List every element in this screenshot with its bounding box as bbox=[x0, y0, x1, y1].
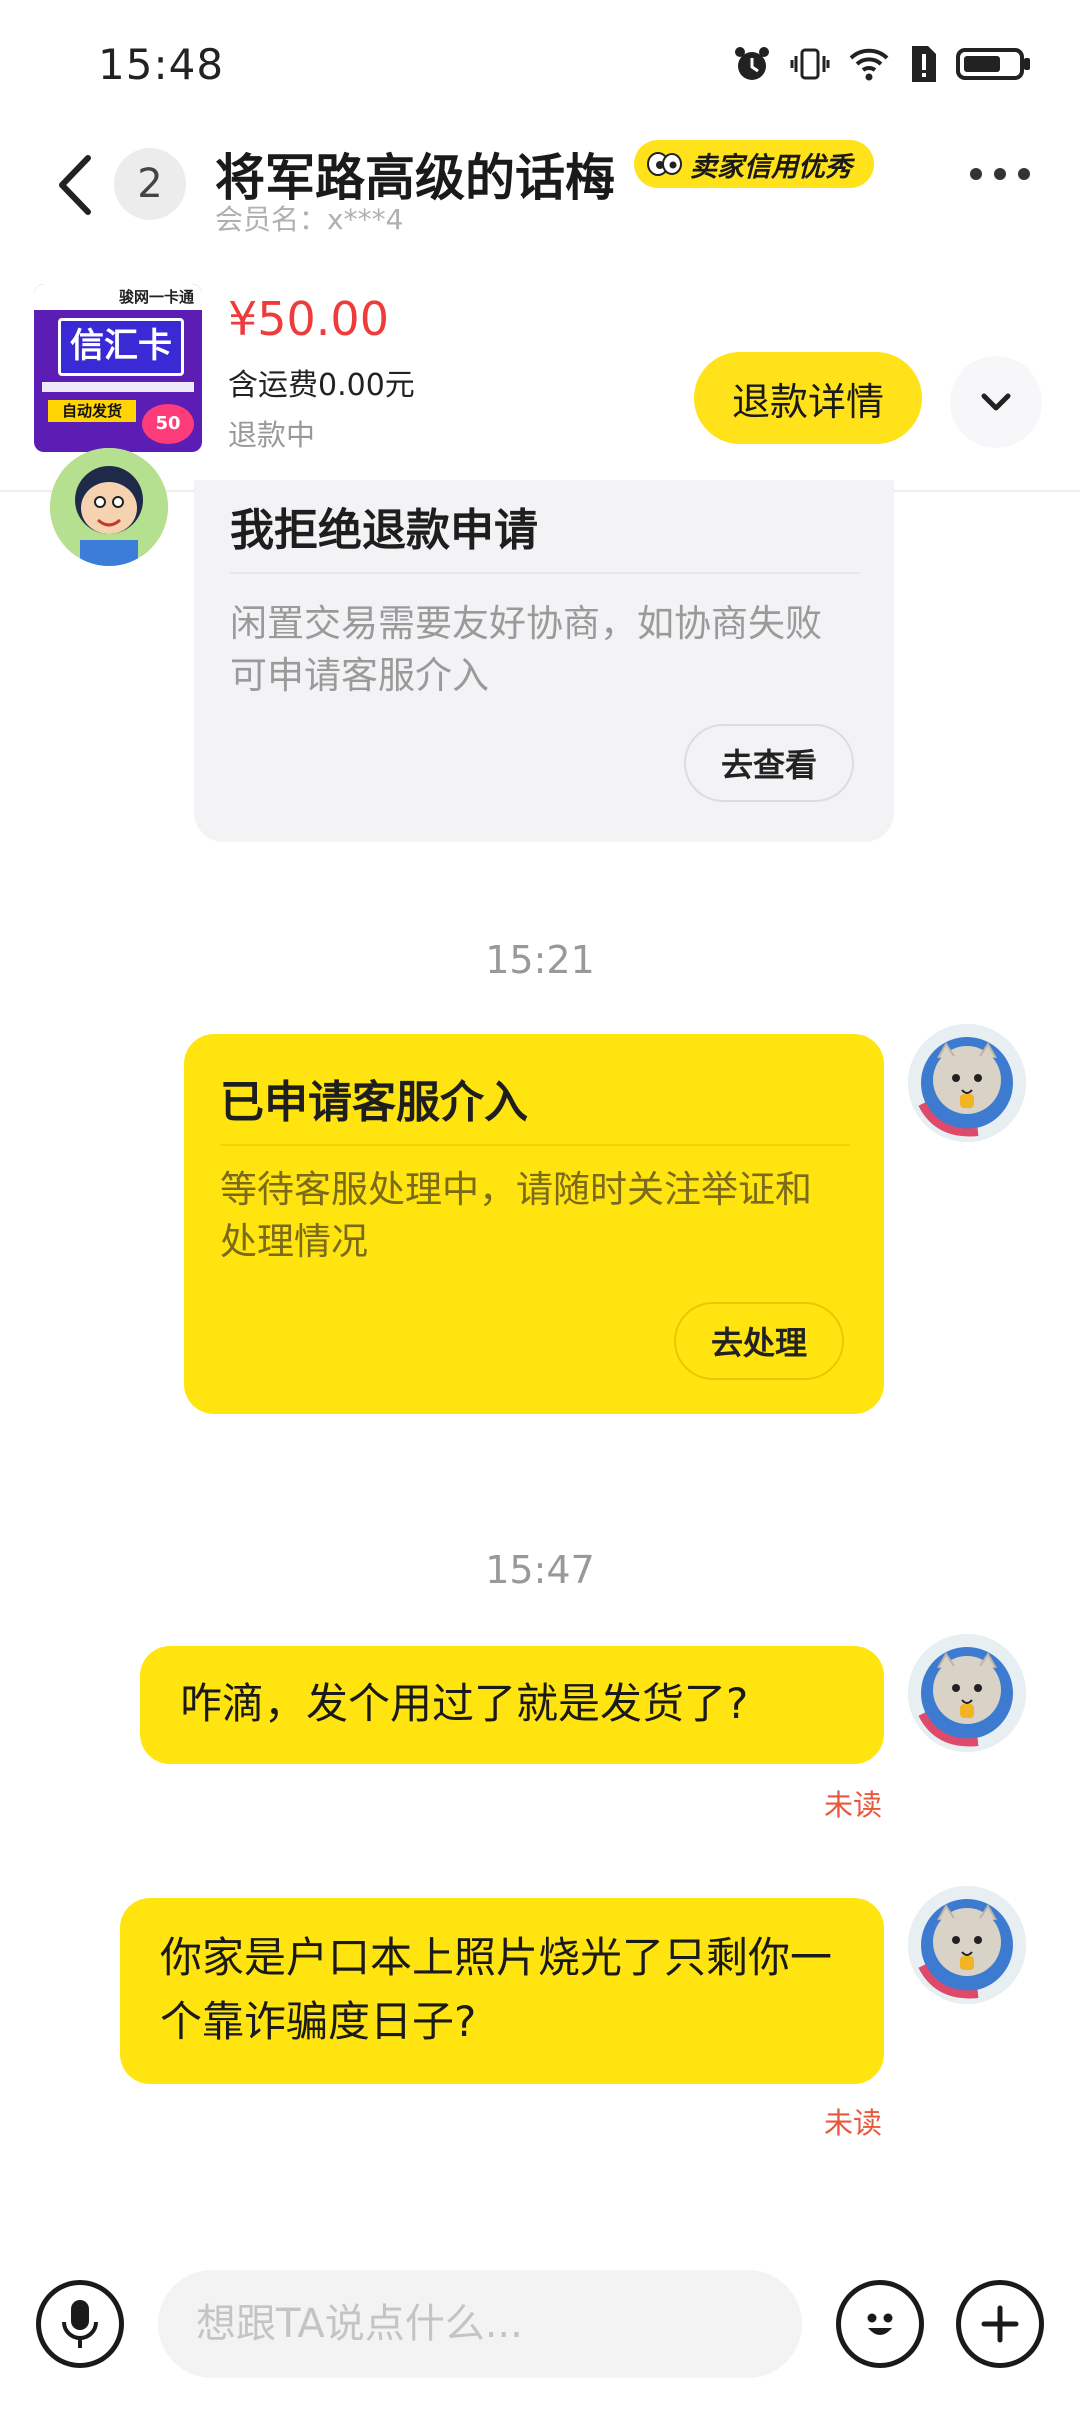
more-actions-button[interactable] bbox=[956, 2280, 1044, 2368]
unread-count-badge[interactable]: 2 bbox=[114, 148, 186, 220]
my-avatar[interactable] bbox=[908, 1886, 1026, 2004]
card-body: 闲置交易需要友好协商，如协商失败可申请客服介入 bbox=[230, 602, 822, 697]
dot-icon bbox=[1018, 168, 1030, 180]
chevron-left-icon bbox=[59, 155, 91, 215]
customer-service-card: 已申请客服介入 等待客服处理中，请随时关注举证和处理情况 去处理 bbox=[184, 1034, 884, 1414]
cartoon-boy-avatar-icon bbox=[50, 448, 168, 566]
thumb-brand: 骏网一卡通 bbox=[34, 284, 202, 310]
message-bubble[interactable]: 咋滴，发个用过了就是发货了? bbox=[140, 1646, 884, 1764]
view-button[interactable]: 去查看 bbox=[684, 724, 854, 802]
refund-details-button[interactable]: 退款详情 bbox=[694, 352, 922, 444]
card-divider bbox=[230, 572, 860, 574]
dot-icon bbox=[994, 168, 1006, 180]
alarm-icon bbox=[735, 47, 769, 80]
voice-button[interactable] bbox=[36, 2280, 124, 2368]
dot-icon bbox=[970, 168, 982, 180]
fish-mascot-icon bbox=[647, 152, 682, 176]
credit-badge-label: 卖家信用优秀 bbox=[690, 151, 852, 183]
product-thumbnail[interactable]: 骏网一卡通 信汇卡 自动发货 50 bbox=[34, 284, 202, 452]
back-button[interactable] bbox=[48, 150, 108, 220]
thumb-value: 50 bbox=[142, 404, 194, 444]
message-bubble[interactable]: 你家是户口本上照片烧光了只剩你一个靠诈骗度日子? bbox=[120, 1898, 884, 2084]
my-avatar[interactable] bbox=[908, 1634, 1026, 1752]
card-title: 已申请客服介入 bbox=[220, 1077, 528, 1128]
thumb-card-name: 信汇卡 bbox=[58, 318, 184, 376]
chevron-down-icon bbox=[981, 393, 1011, 411]
emoji-button[interactable] bbox=[836, 2280, 924, 2368]
refund-rejected-card: 我拒绝退款申请 闲置交易需要友好协商，如协商失败可申请客服介入 去查看 bbox=[194, 480, 894, 842]
timestamp: 15:47 bbox=[485, 1548, 595, 1592]
product-price: ¥50.00 bbox=[228, 292, 389, 346]
cat-astronaut-avatar-icon bbox=[908, 1634, 1026, 1752]
read-status: 未读 bbox=[824, 2106, 883, 2140]
status-bar: 15:48 bbox=[0, 0, 1080, 130]
status-time: 15:48 bbox=[98, 40, 225, 89]
message-input[interactable] bbox=[158, 2270, 802, 2378]
product-bar: 骏网一卡通 信汇卡 自动发货 50 ¥50.00 含运费0.00元 退款中 退款… bbox=[0, 260, 1080, 492]
wifi-icon bbox=[849, 48, 889, 81]
more-options-button[interactable] bbox=[970, 168, 1030, 180]
vibrate-icon bbox=[790, 48, 830, 80]
thumb-stripe bbox=[42, 382, 194, 392]
card-divider bbox=[220, 1144, 850, 1146]
product-shipping: 含运费0.00元 bbox=[228, 368, 415, 403]
thumb-auto-ship: 自动发货 bbox=[48, 400, 136, 422]
status-icons bbox=[732, 44, 1032, 84]
my-avatar[interactable] bbox=[908, 1024, 1026, 1142]
cat-astronaut-avatar-icon bbox=[908, 1024, 1026, 1142]
process-button[interactable]: 去处理 bbox=[674, 1302, 844, 1380]
expand-button[interactable] bbox=[950, 356, 1042, 448]
sim-alert-icon bbox=[912, 46, 936, 82]
timestamp: 15:21 bbox=[485, 938, 595, 982]
input-bar bbox=[0, 2240, 1080, 2412]
plus-icon bbox=[981, 2305, 1019, 2343]
seller-avatar[interactable] bbox=[50, 448, 168, 566]
battery-icon bbox=[956, 48, 1030, 80]
seller-credit-badge[interactable]: 卖家信用优秀 bbox=[634, 140, 874, 188]
cat-astronaut-avatar-icon bbox=[908, 1886, 1026, 2004]
card-body: 等待客服处理中，请随时关注举证和处理情况 bbox=[220, 1168, 812, 1263]
read-status: 未读 bbox=[824, 1788, 883, 1822]
member-name: 会员名：x***4 bbox=[215, 203, 404, 236]
card-title: 我拒绝退款申请 bbox=[230, 505, 538, 556]
microphone-icon bbox=[62, 2300, 98, 2348]
smiley-icon bbox=[867, 2313, 893, 2335]
refund-status: 退款中 bbox=[228, 418, 316, 452]
